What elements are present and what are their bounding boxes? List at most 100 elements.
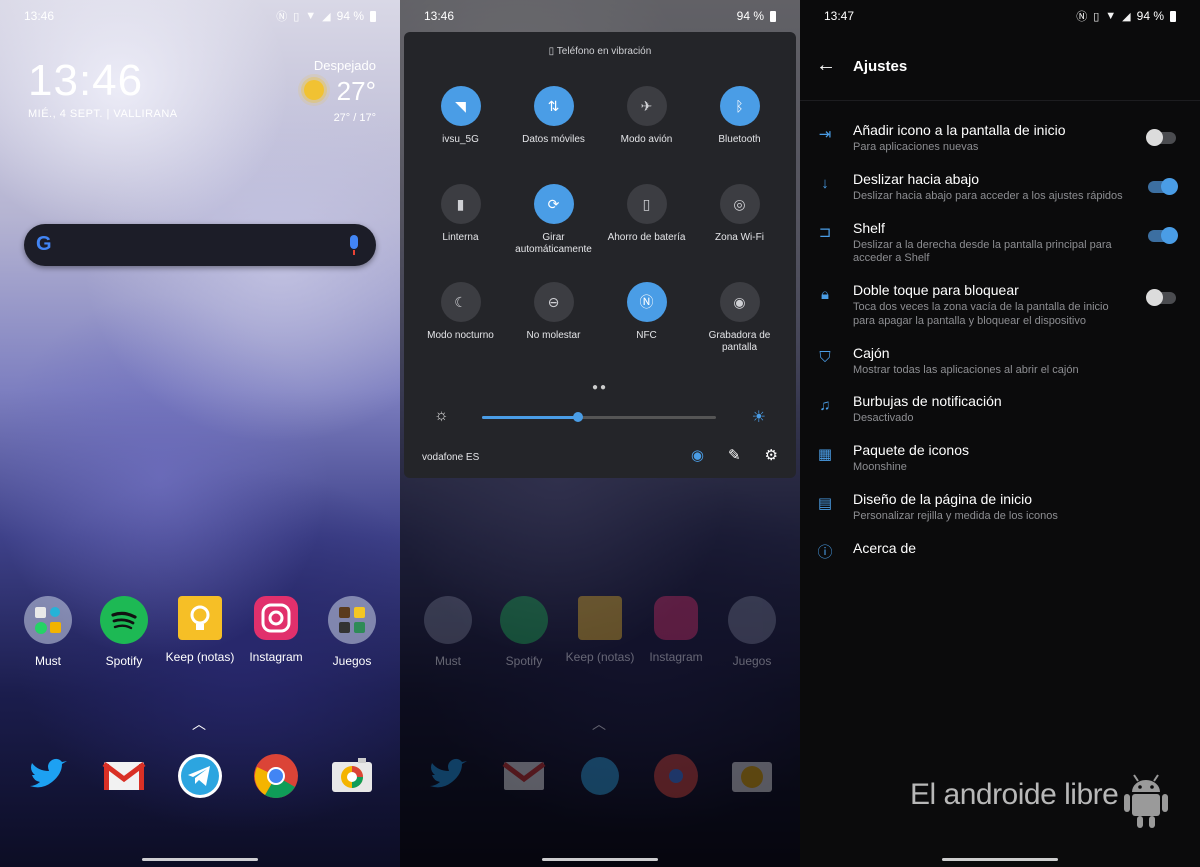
settings-item-add-to-home[interactable]: ⇥ Añadir icono a la pantalla de inicio Par…	[800, 114, 1200, 163]
quick-tile-flashlight[interactable]: ▮ Linterna	[414, 184, 507, 264]
google-search-bar[interactable]: G	[24, 224, 376, 266]
brightness-track[interactable]	[482, 412, 716, 422]
settings-item-swipe-down[interactable]: ↓ Deslizar hacia abajo Deslizar hacia abaj…	[800, 163, 1200, 212]
add-to-home-icon: ⇥	[818, 126, 832, 143]
user-icon[interactable]: ◉	[691, 446, 704, 464]
nfc-status-icon: Ⓝ	[1076, 11, 1088, 23]
lock-icon: 🔒︎	[821, 286, 829, 303]
app-drawer-arrow-icon[interactable]: ︿	[192, 714, 206, 734]
chrome-icon[interactable]	[252, 752, 300, 800]
camera-icon[interactable]	[328, 752, 376, 800]
brightness-low-icon: ☼	[434, 407, 449, 424]
android-robot-icon	[1124, 774, 1168, 828]
instagram-icon	[654, 596, 698, 640]
app-instagram: Instagram	[640, 596, 712, 668]
battery-saver-icon: ▯	[626, 184, 667, 224]
gear-icon[interactable]: ⚙	[765, 446, 778, 464]
instagram-icon	[254, 596, 298, 640]
settings-item-bell[interactable]: ♫ Burbujas de notificación Desactivado	[800, 385, 1200, 434]
gesture-bar[interactable]	[542, 858, 658, 861]
settings-item-info[interactable]: ⓘ Acerca de	[800, 532, 1200, 564]
app-instagram[interactable]: Instagram	[240, 596, 312, 668]
weather-condition[interactable]: Despejado	[314, 58, 376, 73]
quick-tile-auto-rotate[interactable]: ⟳ Girar automáticamente	[507, 184, 600, 264]
app-must[interactable]: Must	[12, 596, 84, 668]
vibrate-status-icon: ▯	[293, 10, 300, 23]
quick-tile-hotspot[interactable]: ◎ Zona Wi-Fi	[693, 184, 786, 264]
telegram-icon[interactable]	[176, 752, 224, 800]
wallpaper	[0, 0, 400, 867]
quick-tile-nfc[interactable]: Ⓝ NFC	[600, 282, 693, 362]
folder-icon	[24, 596, 72, 644]
clock-widget-date[interactable]: MIÉ., 4 SEPT. | VALLIRANA	[28, 108, 178, 120]
spotify-icon	[100, 596, 148, 644]
gesture-bar[interactable]	[942, 858, 1058, 861]
settings-item-drawer[interactable]: ⛉ Cajón Mostrar todas las aplicaciones al …	[800, 337, 1200, 386]
wifi-status-icon: ▼	[1105, 10, 1117, 22]
app-label: Juegos	[732, 654, 772, 668]
dock	[400, 752, 800, 800]
auto-rotate-icon: ⟳	[533, 184, 574, 224]
quick-tile-dnd[interactable]: ⊖ No molestar	[507, 282, 600, 362]
weather-range: 27° / 17°	[333, 112, 376, 124]
settings-item-grid[interactable]: ▦ Paquete de iconos Moonshine	[800, 434, 1200, 483]
grid-icon: ▦	[817, 446, 833, 463]
battery-percent: 94 %	[1136, 9, 1164, 23]
quick-tiles: ◥ ivsu_5G ⇅ Datos móviles ✈ Modo avión ᛒ Blueto…	[414, 86, 786, 362]
swipe-down-icon: ↓	[821, 174, 829, 192]
back-arrow-icon[interactable]: ←	[816, 54, 836, 77]
tile-label: Modo nocturno	[427, 330, 494, 341]
keep-icon	[178, 596, 222, 640]
mic-icon[interactable]	[350, 235, 358, 255]
app-label: Keep (notas)	[165, 650, 235, 664]
app-must: Must	[412, 596, 484, 668]
quick-tile-wifi[interactable]: ◥ ivsu_5G	[414, 86, 507, 166]
app-spotify[interactable]: Spotify	[88, 596, 160, 668]
auto-brightness-icon[interactable]: ☀	[752, 407, 766, 427]
settings-item-shelf[interactable]: ⊐ Shelf Deslizar a la derecha desde la pan…	[800, 212, 1200, 275]
home-apps: Must Spotify Keep (notas) Instagram Jueg…	[400, 596, 800, 668]
page-indicator: ●●	[591, 382, 609, 393]
toggle-switch[interactable]	[1148, 226, 1178, 244]
brightness-thumb[interactable]	[572, 412, 583, 422]
app-label: Instagram	[649, 650, 703, 664]
quick-tile-bluetooth[interactable]: ᛒ Bluetooth	[693, 86, 786, 166]
settings-item-layout[interactable]: ▤ Diseño de la página de inicio Personaliz…	[800, 483, 1200, 532]
quick-tile-battery-saver[interactable]: ▯ Ahorro de batería	[600, 184, 693, 264]
telegram-icon	[576, 752, 624, 800]
quick-settings-panel: ▯ Teléfono en vibración ◥ ivsu_5G ⇅ Datos m…	[404, 32, 796, 478]
gesture-bar[interactable]	[142, 858, 258, 861]
settings-item-subtitle: Para aplicaciones nuevas	[853, 141, 979, 153]
airplane-icon: ✈	[626, 86, 667, 126]
toggle-switch[interactable]	[1146, 129, 1176, 146]
toggle-knob	[1161, 177, 1178, 195]
launcher-settings-screen: 13:47 Ⓝ ▯ ▼ ◢ 94 % ← Ajustes ⇥ Añadir ico…	[800, 0, 1200, 867]
settings-item-subtitle: Personalizar rejilla y medida de los ico…	[853, 509, 1058, 522]
settings-item-lock[interactable]: 🔒︎ Doble toque para bloquear Toca dos vece…	[800, 274, 1200, 337]
tile-label: Zona Wi-Fi	[715, 232, 764, 243]
spotify-icon	[500, 596, 548, 644]
home-apps: Must Spotify Keep (notas) Instagram Jueg…	[0, 596, 400, 668]
app-label: Keep (notas)	[565, 650, 635, 664]
vibrate-status-icon: ▯	[1093, 10, 1100, 23]
toggle-switch[interactable]	[1148, 177, 1178, 195]
settings-item-subtitle: Moonshine	[853, 461, 907, 473]
app-juegos[interactable]: Juegos	[316, 596, 388, 668]
weather-temp[interactable]: 27°	[337, 76, 376, 107]
gmail-icon[interactable]	[100, 752, 148, 800]
app-label: Must	[434, 654, 461, 668]
quick-tile-screen-recorder[interactable]: ◉ Grabadora de pantalla	[693, 282, 786, 362]
toggle-switch[interactable]	[1146, 289, 1176, 306]
bluetooth-icon: ᛒ	[719, 86, 760, 126]
signal-status-icon: ◢	[1122, 10, 1131, 23]
quick-tile-airplane[interactable]: ✈ Modo avión	[600, 86, 693, 166]
quick-tile-night-mode[interactable]: ☾ Modo nocturno	[414, 282, 507, 362]
tile-label: Linterna	[442, 232, 479, 243]
quick-tile-mobile-data[interactable]: ⇅ Datos móviles	[507, 86, 600, 166]
edit-icon[interactable]: ✎	[728, 446, 741, 464]
twitter-icon[interactable]	[24, 752, 72, 800]
brightness-slider[interactable]: ☼ ☀	[434, 407, 766, 429]
app-keep[interactable]: Keep (notas)	[164, 596, 236, 668]
clock-widget-time[interactable]: 13:46	[28, 56, 143, 106]
status-time: 13:46	[424, 9, 455, 23]
